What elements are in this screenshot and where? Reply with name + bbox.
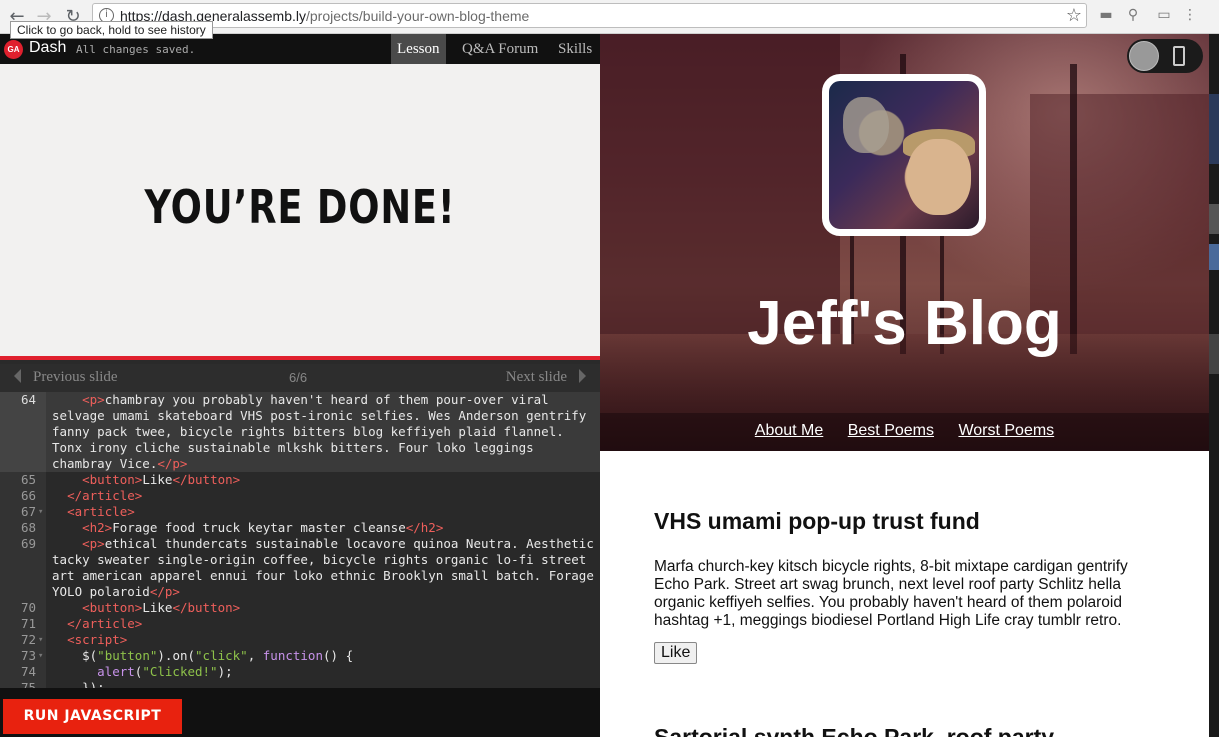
nav-link-about-me[interactable]: About Me bbox=[755, 422, 823, 440]
blog-preview: Jeff's Blog About Me Best Poems Worst Po… bbox=[600, 34, 1209, 737]
line-number: 74 bbox=[0, 664, 46, 680]
blog-post: VHS umami pop-up trust fund Marfa church… bbox=[654, 508, 1154, 664]
line-number: 65 bbox=[0, 472, 46, 488]
lesson-pane: YOU’RE DONE! bbox=[0, 64, 600, 360]
blog-nav: About Me Best Poems Worst Poems bbox=[600, 413, 1209, 451]
tab-qa-forum[interactable]: Q&A Forum bbox=[456, 34, 544, 64]
chevron-right-icon bbox=[579, 369, 586, 383]
next-post-title: Sartorial synth Echo Park, roof party bbox=[654, 724, 1055, 737]
slide-navigation: Previous slide 6/6 Next slide bbox=[0, 364, 600, 392]
back-tooltip: Click to go back, hold to see history bbox=[10, 21, 213, 39]
code-line[interactable]: 73 ▾ $("button").on("click", function() { bbox=[0, 648, 600, 664]
blog-title: Jeff's Blog bbox=[747, 289, 1062, 358]
line-number: 70 bbox=[0, 600, 46, 616]
lesson-heading: YOU’RE DONE! bbox=[144, 180, 456, 234]
dash-title[interactable]: Dash bbox=[29, 39, 66, 57]
window-thumb bbox=[1209, 334, 1219, 374]
line-number: 66 bbox=[0, 488, 46, 504]
menu-dots-icon[interactable]: ⋮ bbox=[1181, 7, 1199, 25]
address-bar[interactable]: i https://dash.generalassemb.ly/projects… bbox=[92, 3, 1087, 28]
fold-arrow-icon[interactable]: ▾ bbox=[38, 504, 43, 520]
tab-skills[interactable]: Skills bbox=[552, 34, 598, 64]
blog-header-image: Jeff's Blog About Me Best Poems Worst Po… bbox=[600, 34, 1209, 451]
tab-lesson[interactable]: Lesson bbox=[391, 34, 446, 64]
toggle-knob bbox=[1129, 41, 1159, 71]
device-toggle[interactable] bbox=[1127, 39, 1203, 73]
next-slide-label: Next slide bbox=[505, 369, 567, 385]
code-line[interactable]: 69 <p>ethical thundercats sustainable lo… bbox=[0, 536, 600, 600]
code-line[interactable]: 66 </article> bbox=[0, 488, 600, 504]
line-number: 64 bbox=[0, 392, 46, 472]
browser-toolbar: ← → ↻ i https://dash.generalassemb.ly/pr… bbox=[0, 0, 1219, 39]
code-line[interactable]: 64 <p>chambray you probably haven't hear… bbox=[0, 392, 600, 472]
code-text: alert("Clicked!"); bbox=[97, 664, 233, 679]
chevron-left-icon bbox=[14, 369, 21, 383]
ga-logo[interactable]: GA bbox=[4, 40, 23, 59]
code-text: </article> bbox=[67, 616, 143, 631]
previous-slide-button[interactable]: Previous slide bbox=[14, 369, 118, 386]
code-text: </article> bbox=[67, 488, 143, 503]
mobile-phone-icon bbox=[1173, 46, 1185, 66]
window-thumb bbox=[1209, 244, 1219, 270]
line-number: 68 bbox=[0, 520, 46, 536]
post-body: Marfa church-key kitsch bicycle rights, … bbox=[654, 558, 1128, 629]
nav-link-worst-poems[interactable]: Worst Poems bbox=[958, 422, 1054, 440]
code-text: <button>Like</button> bbox=[82, 472, 241, 487]
code-line[interactable]: 70 <button>Like</button> bbox=[0, 600, 600, 616]
line-number: 71 bbox=[0, 616, 46, 632]
code-text: <button>Like</button> bbox=[82, 600, 241, 615]
run-javascript-button[interactable]: RUN JAVASCRIPT bbox=[3, 699, 182, 734]
code-line[interactable]: 65 <button>Like</button> bbox=[0, 472, 600, 488]
code-line[interactable]: 67 ▾ <article> bbox=[0, 504, 600, 520]
code-line[interactable]: 75 }); bbox=[0, 680, 600, 688]
dash-panel: GA Dash All changes saved. Lesson Q&A Fo… bbox=[0, 34, 600, 737]
code-line[interactable]: 68 <h2>Forage food truck keytar master c… bbox=[0, 520, 600, 536]
code-text: $("button").on("click", function() { bbox=[52, 648, 354, 663]
window-thumb bbox=[1209, 204, 1219, 234]
fold-arrow-icon[interactable]: ▾ bbox=[38, 648, 43, 664]
window-thumb bbox=[1209, 94, 1219, 164]
url-path: /projects/build-your-own-blog-theme bbox=[306, 8, 530, 24]
bookmark-star-icon[interactable]: ☆ bbox=[1066, 5, 1082, 26]
line-number: 75 bbox=[0, 680, 46, 688]
code-editor[interactable]: 64 <p>chambray you probably haven't hear… bbox=[0, 392, 600, 688]
avatar-face bbox=[843, 97, 889, 153]
line-number: 69 bbox=[0, 536, 46, 600]
background-window-strip bbox=[1209, 34, 1219, 737]
code-text: <p>chambray you probably haven't heard o… bbox=[52, 392, 594, 471]
save-status: All changes saved. bbox=[76, 43, 196, 56]
code-text: <article> bbox=[67, 504, 135, 519]
previous-slide-label: Previous slide bbox=[33, 369, 118, 385]
code-text: <script> bbox=[67, 632, 128, 647]
next-slide-button[interactable]: Next slide bbox=[506, 369, 586, 386]
nav-link-best-poems[interactable]: Best Poems bbox=[848, 422, 934, 440]
extension-search-icon[interactable]: ⚲ bbox=[1124, 7, 1142, 25]
code-line[interactable]: 71 </article> bbox=[0, 616, 600, 632]
code-text: <p>ethical thundercats sustainable locav… bbox=[52, 536, 594, 599]
code-line[interactable]: 72 ▾ <script> bbox=[0, 632, 600, 648]
slide-counter: 6/6 bbox=[289, 370, 308, 385]
code-text: }); bbox=[52, 680, 105, 688]
cast-icon[interactable]: ▭ bbox=[1153, 7, 1175, 25]
code-text: <h2>Forage food truck keytar master clea… bbox=[82, 520, 444, 535]
like-button[interactable]: Like bbox=[654, 642, 698, 664]
extension-icon[interactable]: ▬ bbox=[1097, 7, 1115, 25]
post-title: VHS umami pop-up trust fund bbox=[654, 508, 980, 534]
code-line[interactable]: 74 alert("Clicked!"); bbox=[0, 664, 600, 680]
run-bar: RUN JAVASCRIPT bbox=[0, 688, 600, 737]
avatar-face bbox=[907, 139, 971, 215]
fold-arrow-icon[interactable]: ▾ bbox=[38, 632, 43, 648]
avatar bbox=[822, 74, 986, 236]
